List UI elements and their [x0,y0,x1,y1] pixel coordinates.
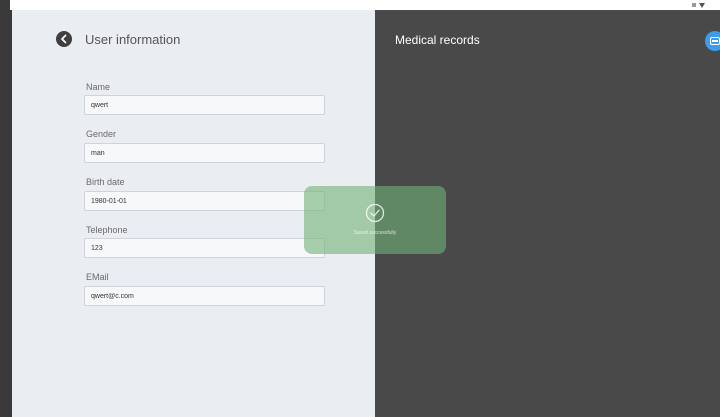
save-toast: Saved successfully [304,186,446,254]
name-field[interactable] [84,95,325,115]
birth-date-label: Birth date [86,177,125,187]
calendar-button[interactable] [705,31,720,51]
chevron-left-icon [61,34,67,44]
gender-label: Gender [86,129,117,139]
status-bar [0,0,720,10]
name-label: Name [86,82,111,92]
gender-field[interactable] [84,143,325,163]
toast-message: Saved successfully [353,230,397,236]
telephone-field[interactable] [84,238,325,258]
wifi-icon [699,3,705,8]
window-corner [0,0,10,10]
birth-date-field[interactable] [84,191,325,211]
signal-icon [692,3,696,7]
email-field[interactable] [84,286,325,306]
left-edge-strip [0,10,12,417]
calendar-icon [710,37,720,45]
telephone-label: Telephone [86,225,128,235]
medical-records-title: Medical records [395,33,480,47]
back-button[interactable] [56,31,72,47]
system-status-icons [692,2,708,8]
page-title: User information [85,32,181,47]
email-label: EMail [86,272,109,282]
check-circle-icon [365,203,385,223]
